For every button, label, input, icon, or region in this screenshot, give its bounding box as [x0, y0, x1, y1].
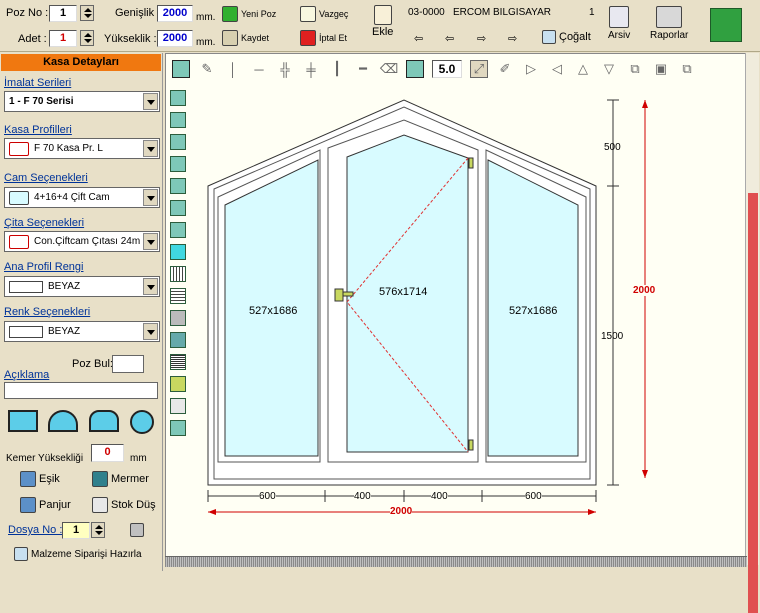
- dim-side-right: 1500: [601, 331, 624, 342]
- pane-right-size: 527x1686: [509, 305, 558, 317]
- dim-bottom-1: 600: [259, 491, 276, 502]
- dim-bottom-4: 600: [525, 491, 542, 502]
- handle-icon: [334, 288, 344, 302]
- dim-bottom-2: 400: [354, 491, 371, 502]
- dim-bottom-3: 400: [431, 491, 448, 502]
- vertical-scrollbar[interactable]: [745, 53, 759, 613]
- dim-top-right: 500: [604, 142, 621, 153]
- vertical-scrollbar-thumb[interactable]: [748, 193, 758, 613]
- pane-left-size: 527x1686: [249, 305, 298, 317]
- hinge-bottom: [468, 439, 474, 451]
- horizontal-scrollbar[interactable]: [165, 556, 747, 567]
- dim-total-width: 2000: [390, 506, 413, 517]
- hinge-top: [468, 157, 474, 169]
- dim-total-height: 2000: [633, 285, 656, 296]
- pane-center-size: 576x1714: [379, 286, 428, 298]
- handle-lever: [342, 291, 354, 297]
